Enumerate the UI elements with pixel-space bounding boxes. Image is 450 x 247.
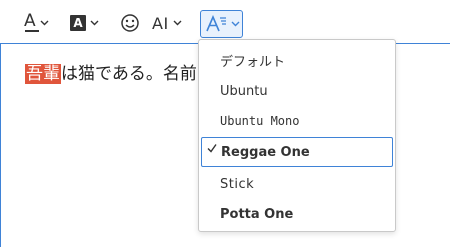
- highlighted-text[interactable]: 吾輩: [25, 64, 61, 84]
- font-option-ubuntu[interactable]: Ubuntu: [201, 76, 393, 106]
- font-option-ubuntu-mono[interactable]: Ubuntu Mono: [201, 106, 393, 136]
- font-option-default[interactable]: デフォルト: [201, 45, 393, 75]
- font-family-icon: [206, 15, 226, 32]
- font-color-underline: [25, 30, 39, 32]
- chevron-down-icon: [90, 20, 99, 26]
- font-option-label: Ubuntu: [220, 83, 268, 99]
- background-color-icon: A: [70, 15, 86, 31]
- font-size-button[interactable]: AI: [152, 9, 194, 37]
- emoji-button[interactable]: [116, 9, 144, 37]
- chevron-down-icon: [40, 20, 49, 26]
- font-color-icon: A: [24, 10, 36, 31]
- font-option-potta-one[interactable]: Potta One: [201, 199, 393, 229]
- chevron-down-icon: [173, 20, 182, 26]
- checkmark-icon: [207, 144, 217, 153]
- font-size-icon: AI: [152, 13, 169, 33]
- font-option-label: デフォルト: [220, 54, 286, 70]
- smiley-icon: [121, 14, 139, 32]
- body-text[interactable]: は猫である。名前: [61, 64, 197, 84]
- background-color-button[interactable]: A: [70, 9, 108, 37]
- font-family-dropdown: デフォルト Ubuntu Ubuntu Mono Reggae One Stic…: [198, 39, 396, 232]
- editor-text[interactable]: 吾輩は猫である。名前: [25, 61, 197, 87]
- font-option-label: Ubuntu Mono: [220, 114, 300, 128]
- editor-toolbar: A A AI: [0, 0, 450, 44]
- font-option-label: Stick: [220, 176, 255, 192]
- font-option-label: Potta One: [220, 206, 294, 222]
- font-option-reggae-one[interactable]: Reggae One: [201, 137, 393, 167]
- font-option-stick[interactable]: Stick: [201, 169, 393, 199]
- font-family-button[interactable]: [200, 10, 243, 38]
- font-color-button[interactable]: A: [24, 9, 62, 37]
- chevron-down-icon: [231, 21, 240, 27]
- font-option-label: Reggae One: [221, 144, 310, 160]
